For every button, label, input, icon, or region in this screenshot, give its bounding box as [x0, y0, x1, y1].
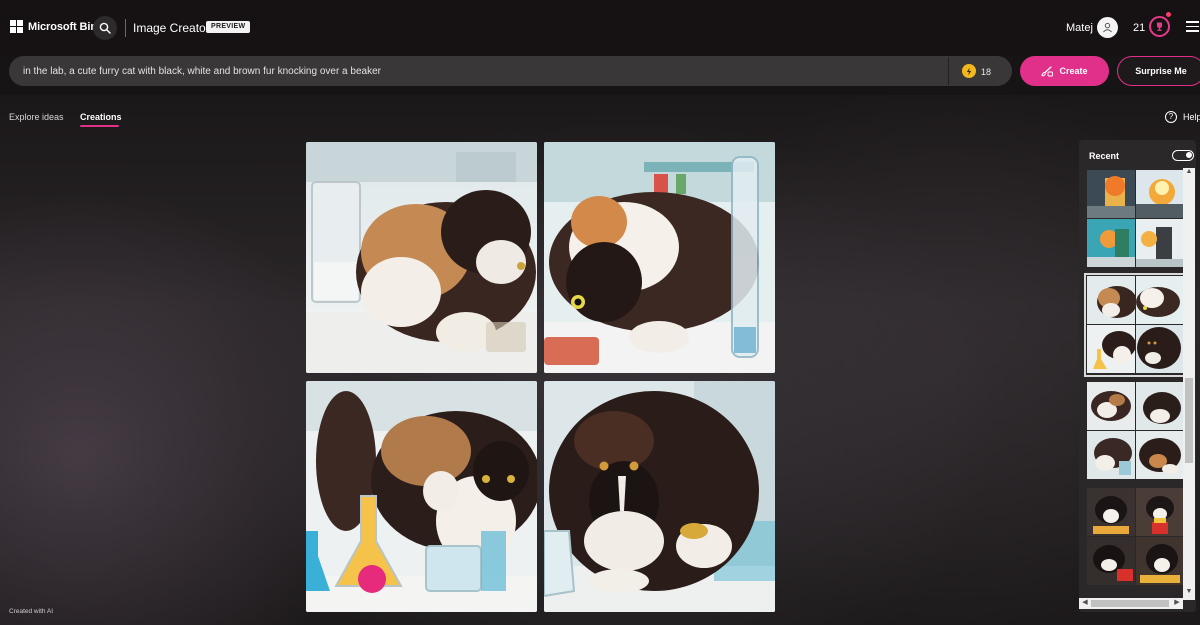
created-with-ai-note: Created with AI [9, 608, 54, 615]
recent-group-3[interactable] [1087, 382, 1184, 480]
product-title[interactable]: Image Creator [133, 21, 210, 35]
tab-creations[interactable]: Creations [80, 112, 122, 122]
recent-thumb [1087, 382, 1135, 430]
help-link[interactable]: ? Help [1165, 111, 1200, 123]
scroll-up-icon[interactable]: ▲ [1183, 168, 1195, 175]
recent-thumb [1087, 276, 1135, 324]
create-button[interactable]: Create [1020, 56, 1109, 86]
search-icon [99, 22, 111, 34]
recent-panel: Recent [1079, 140, 1196, 612]
active-tab-indicator [80, 125, 119, 127]
recent-group-4[interactable] [1087, 488, 1184, 586]
hamburger-menu-icon[interactable] [1186, 21, 1199, 35]
recent-thumb [1136, 219, 1184, 267]
generated-image-3[interactable] [306, 381, 537, 612]
surprise-me-button[interactable]: Surprise Me [1117, 56, 1200, 86]
recent-thumb [1087, 170, 1135, 218]
generated-image-2[interactable] [544, 142, 775, 373]
recent-thumb [1136, 276, 1184, 324]
recent-thumb [1087, 219, 1135, 267]
recent-thumb [1136, 382, 1184, 430]
generated-image-4[interactable] [544, 381, 775, 612]
trophy-icon [1157, 22, 1162, 31]
recent-thumb [1136, 488, 1184, 536]
help-label: Help [1183, 112, 1200, 122]
notification-dot [1166, 12, 1171, 17]
create-label: Create [1059, 66, 1088, 76]
bing-logo-link[interactable]: Microsoft Bing [10, 20, 104, 33]
recent-title: Recent [1089, 151, 1120, 161]
boost-count: 18 [981, 67, 992, 77]
boost-divider [948, 57, 949, 85]
recent-thumb [1136, 537, 1184, 585]
preview-badge: PREVIEW [206, 21, 251, 33]
recent-thumb [1136, 170, 1184, 218]
recent-vertical-scrollbar[interactable]: ▲ ▼ [1183, 168, 1195, 600]
user-name[interactable]: Matej [1066, 22, 1093, 34]
header-divider [125, 19, 126, 37]
surprise-label: Surprise Me [1135, 66, 1187, 76]
search-button[interactable] [93, 16, 117, 40]
recent-thumb [1087, 488, 1135, 536]
scrollbar-thumb-horizontal[interactable] [1091, 600, 1169, 607]
scroll-left-icon[interactable]: ◀ [1079, 598, 1091, 606]
rewards-points[interactable]: 21 [1133, 22, 1145, 34]
microsoft-logo-icon [10, 20, 23, 33]
scroll-down-icon[interactable]: ▼ [1183, 588, 1195, 595]
recent-thumb [1087, 431, 1135, 479]
tab-explore-ideas[interactable]: Explore ideas [9, 112, 64, 122]
recent-horizontal-scrollbar[interactable]: ◀ ▶ [1079, 598, 1183, 609]
recent-toggle[interactable] [1172, 150, 1194, 161]
scrollbar-thumb[interactable] [1185, 378, 1193, 463]
boost-icon[interactable] [962, 64, 976, 78]
prompt-input[interactable] [23, 66, 943, 77]
generated-image-1[interactable] [306, 142, 537, 373]
recent-thumb [1136, 325, 1184, 373]
recent-group-2[interactable] [1084, 273, 1187, 377]
recent-group-1[interactable] [1087, 170, 1184, 268]
top-header: Microsoft Bing Image Creator PREVIEW Mat… [0, 0, 1200, 55]
rewards-button[interactable] [1149, 16, 1170, 37]
recent-thumb [1087, 537, 1135, 585]
recent-thumb [1087, 325, 1135, 373]
avatar[interactable] [1097, 17, 1118, 38]
recent-thumb [1136, 431, 1184, 479]
help-icon: ? [1165, 111, 1177, 123]
scroll-right-icon[interactable]: ▶ [1171, 598, 1183, 606]
brush-icon [1041, 65, 1054, 76]
prompt-bar: 18 [9, 56, 1012, 86]
user-icon [1103, 22, 1112, 33]
